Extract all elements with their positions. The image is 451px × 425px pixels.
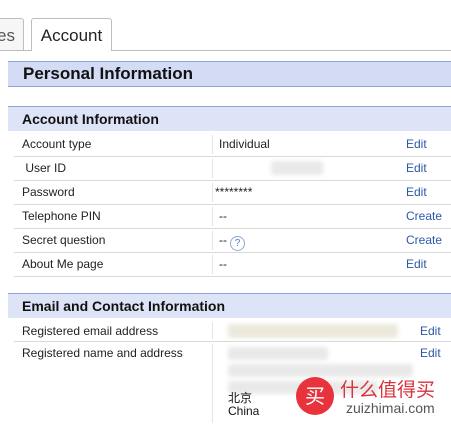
edit-password-link[interactable]: Edit [406,181,427,204]
row-label: Password [22,185,75,199]
edit-account-type-link[interactable]: Edit [406,133,427,156]
row-label: Registered email address [22,324,159,338]
section-account-information: Account Information [8,106,451,131]
row-label: Secret question [22,233,106,247]
tab-underline [0,50,451,52]
row-password: Password ******** Edit [14,181,451,205]
tab-account[interactable]: Account [31,18,112,51]
row-value: -- [219,257,227,271]
row-label: User ID [22,161,67,175]
watermark-text-en: zuizhimai.com [346,400,435,416]
watermark-text-cn: 什么值得买 [340,379,436,401]
row-user-id: User ID Edit [14,157,451,181]
watermark: 买 什么值得买 zuizhimai.com [296,370,451,425]
row-value: --? [219,229,245,252]
create-secret-question-link[interactable]: Create [406,229,442,252]
row-label: Registered name and address [22,346,183,360]
section-email-contact: Email and Contact Information [8,293,451,318]
row-value-redacted [219,157,323,183]
row-secret-question: Secret question --? Create [14,229,451,253]
tab-previous[interactable]: es [0,18,24,51]
create-telephone-pin-link[interactable]: Create [406,205,442,228]
help-icon[interactable]: ? [230,236,245,251]
row-value: -- [219,209,227,223]
watermark-logo-icon: 买 [296,377,334,415]
row-account-type: Account type Individual Edit [14,133,451,157]
edit-user-id-link[interactable]: Edit [406,157,427,180]
row-about-me-page: About Me page -- Edit [14,253,451,277]
address-text: 北京 China [228,392,259,418]
row-value: ******** [215,185,253,199]
row-label: Account type [22,137,92,151]
row-label: About Me page [22,257,104,271]
address-country: China [228,404,260,418]
edit-email-link[interactable]: Edit [420,320,441,343]
edit-name-address-link[interactable]: Edit [420,342,441,365]
row-value-text: -- [219,233,227,247]
row-telephone-pin: Telephone PIN -- Create [14,205,451,229]
tab-bar: es Account [0,0,451,52]
row-registered-email: Registered email address Edit [14,320,451,342]
page-title: Personal Information [8,61,451,87]
row-label: Telephone PIN [22,209,101,223]
edit-about-me-link[interactable]: Edit [406,253,427,276]
row-value: Individual [219,137,270,151]
